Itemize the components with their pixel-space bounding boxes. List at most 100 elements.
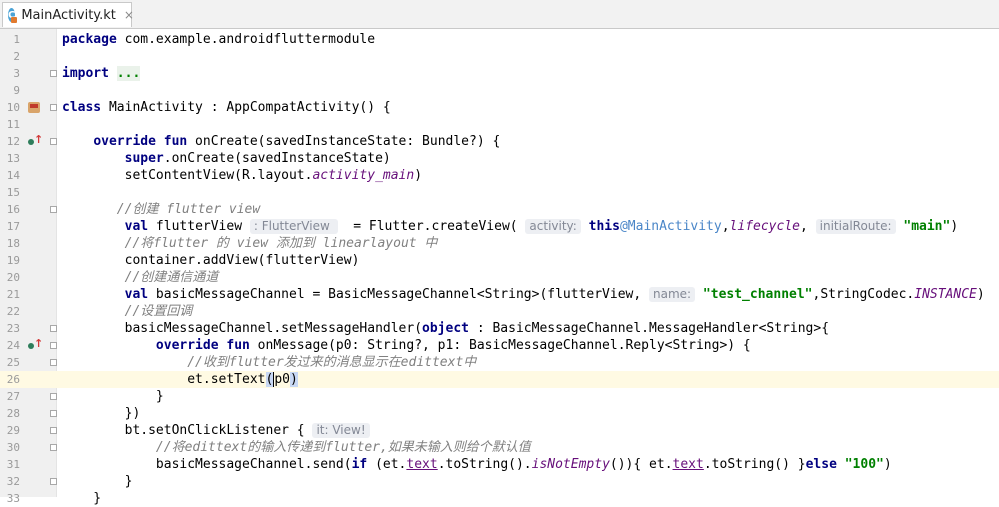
code-token: } (62, 491, 102, 506)
code-token: .toString() } (703, 457, 806, 472)
code-token: "test_channel" (702, 287, 813, 302)
fold-toggle-icon[interactable] (50, 444, 57, 451)
code-token: override fun (155, 338, 250, 353)
run-class-icon[interactable] (28, 102, 40, 113)
code-line[interactable]: 29 bt.setOnClickListener { it: View! (0, 422, 999, 439)
code-line[interactable]: 28 }) (0, 405, 999, 422)
fold-toggle-icon[interactable] (50, 359, 57, 366)
code-text: basicMessageChannel.setMessageHandler(ob… (62, 320, 829, 337)
fold-toggle-icon[interactable] (50, 138, 57, 145)
tab-main-activity[interactable]: C MainActivity.kt × (2, 2, 134, 27)
code-text: bt.setOnClickListener { it: View! (62, 422, 370, 439)
code-line[interactable]: 1 package com.example.androidfluttermodul… (0, 31, 999, 48)
code-line[interactable]: 23 basicMessageChannel.setMessageHandler… (0, 320, 999, 337)
code-token: flutterView (148, 219, 250, 234)
code-text: } (62, 388, 164, 405)
code-line[interactable]: 10 class MainActivity : AppCompatActivity… (0, 99, 999, 116)
code-token: import (62, 66, 109, 81)
fold-toggle-icon[interactable] (50, 70, 57, 77)
fold-toggle-icon[interactable] (50, 206, 57, 213)
code-line[interactable]: 18 //将flutter 的 view 添加到 linearlayout 中 (0, 235, 999, 252)
code-text: basicMessageChannel.send(if (et.text.toS… (62, 456, 892, 473)
code-token: ) (414, 168, 423, 183)
code-line[interactable]: 32 } (0, 473, 999, 490)
code-text: } (62, 490, 101, 507)
code-token: (et. (367, 457, 407, 472)
close-icon[interactable]: × (124, 8, 134, 22)
code-token: override fun (93, 134, 188, 149)
code-token: , (800, 219, 816, 234)
code-token: activity_main (312, 168, 415, 183)
code-token: "main" (903, 219, 951, 234)
code-line[interactable]: 27 } (0, 388, 999, 405)
tab-label: MainActivity.kt (21, 7, 116, 23)
code-text: }) (62, 405, 141, 422)
code-line[interactable]: 11 (0, 116, 999, 133)
code-token: , (721, 219, 730, 234)
fold-toggle-icon[interactable] (50, 478, 57, 485)
code-line[interactable]: 26 et.setText(p0) (0, 371, 999, 388)
line-number: 21 (6, 288, 20, 301)
fold-toggle-icon[interactable] (50, 325, 57, 332)
code-line[interactable]: 21 val basicMessageChannel = BasicMessag… (0, 286, 999, 303)
code-token: ... (116, 66, 141, 81)
code-token: onCreate(savedInstanceState: Bundle?) { (187, 134, 501, 149)
code-token: INSTANCE (914, 287, 977, 302)
code-token: //将edittext的输入传递到flutter,如果未输入则给个默认值 (155, 440, 531, 455)
code-line[interactable]: 13 super.onCreate(savedInstanceState) (0, 150, 999, 167)
code-token: .onCreate(savedInstanceState) (163, 151, 391, 166)
code-line[interactable]: 22 //设置回调 (0, 303, 999, 320)
editor-tab-bar: C MainActivity.kt × (0, 0, 999, 29)
fold-toggle-icon[interactable] (50, 342, 57, 349)
code-text: override fun onCreate(savedInstanceState… (62, 133, 500, 150)
code-token: package (62, 32, 117, 47)
code-token: //创建通信通道 (124, 270, 219, 285)
code-line[interactable]: 15 (0, 184, 999, 201)
code-line[interactable]: 30 //将edittext的输入传递到flutter,如果未输入则给个默认值 (0, 439, 999, 456)
override-method-icon[interactable] (28, 133, 43, 148)
code-token: "100" (844, 457, 884, 472)
code-token: //收到flutter发过来的消息显示在edittext中 (187, 355, 477, 370)
code-line[interactable]: 17 val flutterView : FlutterView = Flutt… (0, 218, 999, 235)
line-number: 24 (6, 339, 20, 352)
fold-toggle-icon[interactable] (50, 410, 57, 417)
fold-toggle-icon[interactable] (50, 104, 57, 111)
code-text: //收到flutter发过来的消息显示在edittext中 (62, 354, 476, 371)
code-line[interactable]: 33 } (0, 490, 999, 507)
code-text: override fun onMessage(p0: String?, p1: … (62, 337, 751, 354)
code-text: } (62, 473, 133, 490)
code-line[interactable]: 20 //创建通信通道 (0, 269, 999, 286)
line-number: 32 (6, 475, 20, 488)
code-line[interactable]: 24 override fun onMessage(p0: String?, p… (0, 337, 999, 354)
code-line[interactable]: 31 basicMessageChannel.send(if (et.text.… (0, 456, 999, 473)
code-token: com.example.androidfluttermodule (116, 32, 376, 47)
code-token: } (62, 389, 164, 404)
code-token: ) (289, 372, 298, 387)
line-number: 23 (6, 322, 20, 335)
line-number: 22 (6, 305, 20, 318)
code-line[interactable]: 16 //创建 flutter view (0, 201, 999, 218)
line-number: 20 (6, 271, 20, 284)
code-line[interactable]: 14 setContentView(R.layout.activity_main… (0, 167, 999, 184)
code-line[interactable]: 9 (0, 82, 999, 99)
code-line[interactable]: 19 container.addView(flutterView) (0, 252, 999, 269)
fold-toggle-icon[interactable] (50, 427, 57, 434)
fold-toggle-icon[interactable] (50, 393, 57, 400)
code-text: val flutterView : FlutterView = Flutter.… (62, 218, 958, 235)
code-line[interactable]: 12 override fun onCreate(savedInstanceSt… (0, 133, 999, 150)
line-number: 10 (6, 101, 20, 114)
line-number: 19 (6, 254, 20, 267)
code-line[interactable]: 2 (0, 48, 999, 65)
code-text: //创建通信通道 (62, 269, 219, 286)
code-line[interactable]: 3 import ... (0, 65, 999, 82)
line-number: 9 (13, 84, 20, 97)
code-line[interactable]: 25 //收到flutter发过来的消息显示在edittext中 (0, 354, 999, 371)
code-editor[interactable]: 1 package com.example.androidfluttermodul… (0, 29, 999, 506)
override-method-icon[interactable] (28, 337, 43, 352)
code-token: class (62, 100, 102, 115)
